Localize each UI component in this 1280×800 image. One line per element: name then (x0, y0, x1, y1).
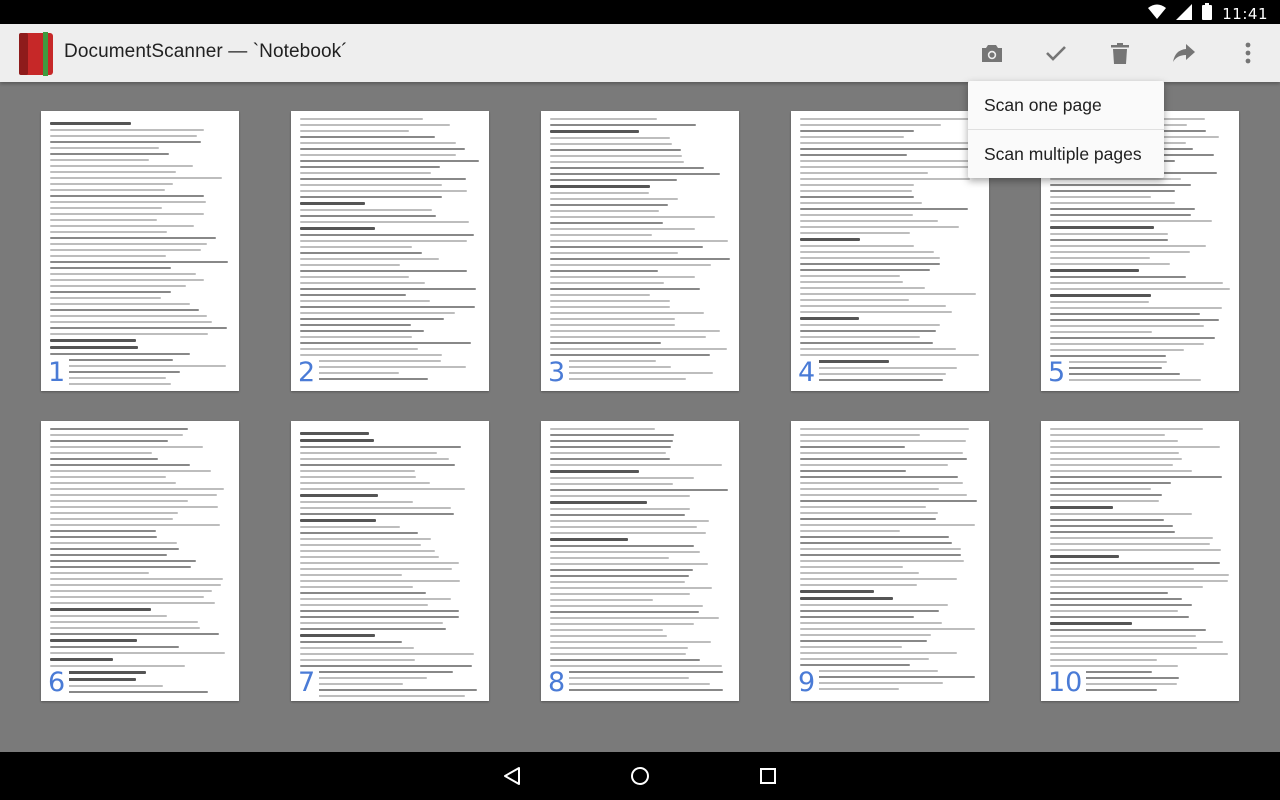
page-number: 8 (548, 667, 570, 699)
page-thumbnail[interactable]: 9 (791, 421, 989, 701)
home-icon[interactable] (630, 766, 650, 786)
back-icon[interactable] (502, 766, 522, 786)
status-time: 11:41 (1222, 5, 1268, 23)
page-thumbnail[interactable]: 1 (41, 111, 239, 391)
delete-icon[interactable] (1104, 37, 1136, 69)
page-thumbnail[interactable]: 3 (541, 111, 739, 391)
page-text-preview (550, 428, 730, 697)
camera-icon[interactable] (976, 37, 1008, 69)
signal-icon (1176, 3, 1193, 25)
page-number: 5 (1048, 357, 1070, 389)
page-text-preview (50, 118, 230, 387)
page-number: 10 (1048, 667, 1087, 699)
page-thumbnail[interactable]: 10 (1041, 421, 1239, 701)
page-thumbnail[interactable]: 2 (291, 111, 489, 391)
notebook-app-icon (18, 32, 54, 76)
page-text-preview (300, 428, 480, 697)
page-text-preview (1050, 428, 1230, 697)
more-vert-icon[interactable] (1232, 37, 1264, 69)
share-icon[interactable] (1168, 37, 1200, 69)
check-icon[interactable] (1040, 37, 1072, 69)
recents-icon[interactable] (758, 766, 778, 786)
scan-options-menu: Scan one page Scan multiple pages (968, 81, 1164, 178)
battery-icon (1202, 3, 1213, 25)
page-text-preview (800, 118, 980, 387)
navigation-bar (0, 752, 1280, 800)
page-thumbnail[interactable]: 6 (41, 421, 239, 701)
page-thumbnail[interactable]: 4 (791, 111, 989, 391)
page-text-preview (800, 428, 980, 697)
scan-multiple-pages-menu-item[interactable]: Scan multiple pages (968, 129, 1164, 178)
page-number: 4 (798, 357, 820, 389)
page-grid: 1 2 3 4 5 6 7 8 9 10 (0, 82, 1280, 752)
page-text-preview (300, 118, 480, 387)
page-text-preview (550, 118, 730, 387)
page-thumbnail[interactable]: 7 (291, 421, 489, 701)
page-number: 9 (798, 667, 820, 699)
page-text-preview (50, 428, 230, 697)
page-number: 3 (548, 357, 570, 389)
status-bar: 11:41 (0, 0, 1280, 24)
page-number: 1 (48, 357, 70, 389)
app-title: DocumentScanner — `Notebook´ (64, 41, 348, 62)
page-number: 2 (298, 357, 320, 389)
wifi-icon (1148, 4, 1167, 25)
app-bar: DocumentScanner — `Notebook´ (0, 24, 1280, 82)
scan-one-page-menu-item[interactable]: Scan one page (968, 81, 1164, 129)
page-number: 7 (298, 667, 320, 699)
page-thumbnail[interactable]: 8 (541, 421, 739, 701)
page-number: 6 (48, 667, 70, 699)
